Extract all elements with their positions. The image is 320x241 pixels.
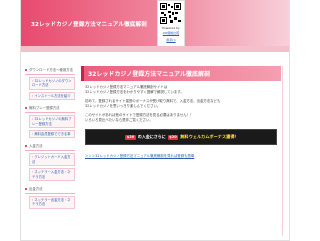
sidebar-heading: 無料プレー登録方法 [25,104,75,114]
sidebar-link-free-register[interactable]: ›32レッドカジノの無料プレー登録方法 [29,115,75,129]
qr-widget[interactable]: Powered by QR価格比較 携帯(i) [157,0,185,48]
register-guide-link[interactable]: ＞＞＞32レッドカジノ登録方法マニュアル徹底解剖を見れば登録も簡単 [85,153,277,158]
sidebar-heading: ダウンロード方法〜使用方法 [25,66,75,75]
qr-caption-mobile[interactable]: 携帯(i) [158,38,184,42]
sidebar-heading: 入金方法 [25,142,75,152]
sidebar-group-download: ダウンロード方法〜使用方法 ›32レッドカジノのダウンロード方法 ›インストール… [25,66,75,101]
intro-line: 32レッドカジノ登録方法をわかりやすく図解で解説しています。 [85,90,184,94]
qr-code-icon[interactable] [160,3,181,24]
sidebar-link-download[interactable]: ›32レッドカジノのダウンロード方法 [29,77,75,90]
intro-line: 初めて、登録されるサイト運営のポーナスが受け取り無料で、入金方法、出金方法なども [85,99,221,103]
intro-line: このサイトがあれば他のサイトで登録方法を見る必要はありません！！ [85,113,194,117]
bonus-banner[interactable]: $20 の入金にさらに $20 無料ウェルカムボーナス獲得！ [85,129,277,145]
sidebar: ダウンロード方法〜使用方法 ›32レッドカジノのダウンロード方法 ›インストール… [25,66,75,213]
bullet-icon [25,69,27,71]
intro-line: 32レッドカジノ登録方法マニュアル徹底解剖サイトは [85,85,168,89]
sidebar-group-withdraw: 出金方法 ›ネッテラー出金方法・ネテラ方法 [25,185,75,209]
page-title: 32レッドカジノ登録方法マニュアル徹底解剖 [81,66,281,81]
bullet-icon [25,145,27,148]
intro-text: 32レッドカジノ登録方法マニュアル徹底解剖サイトは 32レッドカジノ登録方法をわ… [85,85,277,123]
sidebar-link-install[interactable]: ›インストール方法を紹介 [29,91,75,101]
header-divider [21,46,289,52]
site-header: 32レッドカジノ登録方法マニュアル徹底解剖 Powered by QR価格比較 … [21,0,289,48]
banner-text-right: 無料ウェルカムボーナス獲得！ [180,134,239,139]
bullet-icon [25,107,27,110]
qr-caption-powered: Powered by [162,26,180,30]
intro-line: いろいろ見比べたいなら是非ご覧ください。 [85,118,153,122]
sidebar-group-deposit: 入金方法 ›クレジットカード入金方法 ›ネッテラー入金方法・ネテラ方法 [25,142,75,182]
sidebar-link-neteller-withdraw[interactable]: ›ネッテラー出金方法・ネテラ方法 [29,196,75,209]
sidebar-heading: 出金方法 [25,185,75,195]
sidebar-link-credit-deposit[interactable]: ›クレジットカード入金方法 [29,153,75,167]
sidebar-link-neteller-deposit[interactable]: ›ネッテラー入金方法・ネテラ方法 [29,168,75,182]
sidebar-link-free-member[interactable]: ›無料会員登録でできる事 [29,130,75,139]
banner-text-left: の入金にさらに [137,134,166,139]
bonus-badge-left: $20 [125,134,136,140]
site-title[interactable]: 32レッドカジノ登録方法マニュアル徹底解剖 [31,20,147,28]
bonus-badge-right: $20 [167,134,179,140]
qr-caption-link[interactable]: QR価格比較 [158,31,184,35]
bullet-icon [25,188,27,191]
main-content: 32レッドカジノ登録方法マニュアル徹底解剖 32レッドカジノ登録方法マニュアル徹… [81,66,281,158]
content-divider [282,66,283,236]
intro-line: 32レッドカジノを思いっきり楽しんでください。 [85,104,161,108]
sidebar-group-free-play: 無料プレー登録方法 ›32レッドカジノの無料プレー登録方法 ›無料会員登録ででき… [25,104,75,139]
page-container: 32レッドカジノ登録方法マニュアル徹底解剖 Powered by QR価格比較 … [20,0,290,241]
